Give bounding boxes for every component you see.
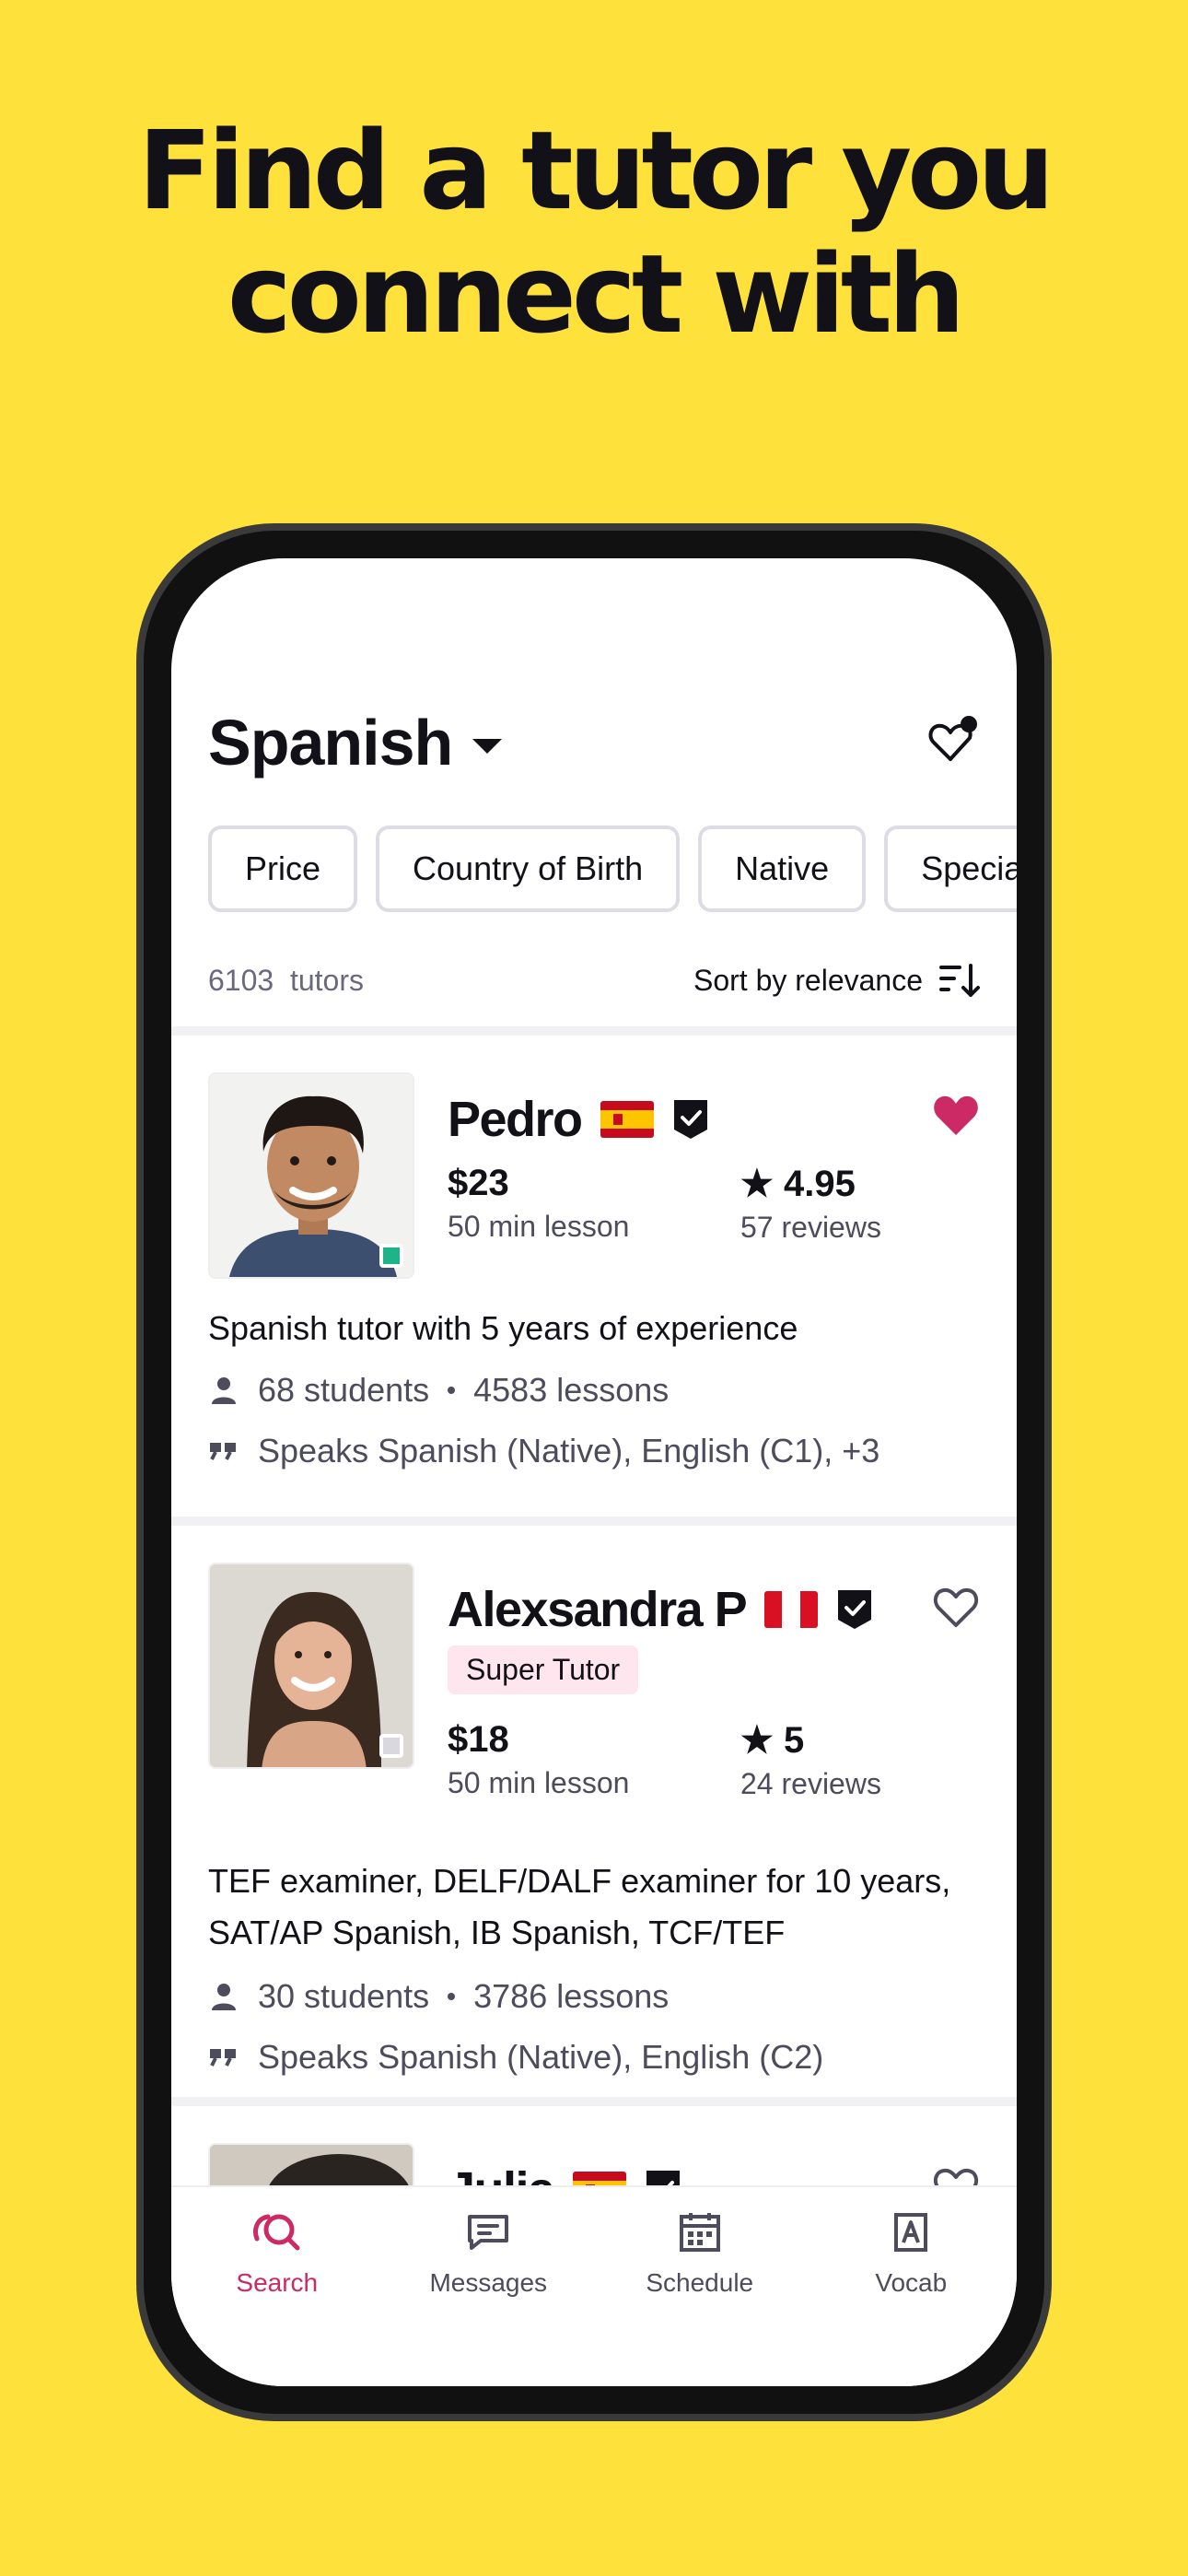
vocab-icon (894, 2213, 928, 2252)
chevron-down-icon[interactable] (472, 739, 503, 754)
saved-tutors-icon[interactable] (925, 715, 980, 770)
tutor-price: $18 (448, 1719, 509, 1760)
languages-spoken: Speaks Spanish (Native), English (C2) (258, 2038, 824, 2076)
language-selector[interactable]: Spanish (208, 706, 453, 779)
tab-vocab-label: Vocab (875, 2268, 948, 2297)
language-header: Spanish (208, 706, 980, 779)
lesson-count: 3786 lessons (473, 1977, 670, 2015)
app-screen: Spanish Price Country of Birth Native Sp… (171, 558, 1017, 2386)
headline-line-1: Find a tutor you (137, 107, 1054, 234)
tutor-rating: ★ 5 (740, 1720, 805, 1761)
tutor-count-number: 6103 (208, 963, 274, 997)
verified-badge-icon (673, 1100, 707, 1139)
online-indicator (379, 1244, 403, 1268)
tutor-languages: Speaks Spanish (Native), English (C2) (208, 2038, 980, 2077)
quote-icon (210, 2049, 236, 2067)
filter-price[interactable]: Price (208, 825, 358, 912)
tutor-avatar (208, 1072, 414, 1279)
star-icon: ★ (740, 1164, 784, 1204)
tutor-name: Alexsandra P (448, 1582, 748, 1637)
sort-icon (939, 964, 980, 997)
price-block: $18 50 min lesson (448, 1719, 629, 1800)
tutor-count: 6103 tutors (208, 964, 364, 998)
offline-indicator (379, 1734, 403, 1758)
verified-badge-icon (838, 1590, 872, 1629)
phone-frame: Spanish Price Country of Birth Native Sp… (136, 523, 1052, 2421)
tab-messages[interactable]: Messages (383, 2187, 595, 2386)
person-icon (212, 1984, 236, 2010)
tutor-languages: Speaks Spanish (Native), English (C1), +… (208, 1432, 980, 1470)
lesson-count: 4583 lessons (473, 1371, 670, 1409)
tutor-headline: TEF examiner, DELF/DALF examiner for 10 … (208, 1862, 951, 1951)
tutor-name-row: Pedro (448, 1087, 709, 1152)
review-count: 24 reviews (740, 1767, 881, 1800)
favorite-heart-icon[interactable] (932, 1093, 980, 1137)
filter-specialties[interactable]: Specialties (884, 825, 1017, 912)
divider (171, 1516, 1017, 1526)
tutor-count-label: tutors (289, 963, 364, 997)
promo-headline: Find a tutor you connect with (0, 109, 1188, 356)
search-icon (252, 2214, 300, 2251)
tab-search[interactable]: Search (171, 2187, 383, 2386)
headline-line-2: connect with (227, 230, 965, 357)
student-count: 68 students (258, 1371, 430, 1409)
lesson-length: 50 min lesson (448, 1210, 630, 1243)
results-bar: 6103 tutors Sort by relevance (208, 953, 980, 1008)
tutor-rating: ★ 4.95 (740, 1164, 856, 1204)
rating-block: ★ 5 24 reviews (740, 1719, 881, 1801)
divider (171, 1026, 1017, 1036)
tutor-headline: Spanish tutor with 5 years of experience (208, 1309, 798, 1347)
review-count: 57 reviews (740, 1211, 881, 1244)
tutor-avatar (208, 1563, 414, 1769)
filter-chips: Price Country of Birth Native Specialtie… (208, 825, 1017, 914)
separator-dot (448, 1993, 456, 2000)
tab-messages-label: Messages (429, 2268, 548, 2297)
tab-schedule-label: Schedule (646, 2268, 754, 2297)
spain-flag-icon (600, 1101, 654, 1138)
star-icon: ★ (740, 1720, 784, 1761)
separator-dot (448, 1387, 456, 1394)
tab-schedule[interactable]: Schedule (594, 2187, 806, 2386)
rating-block: ★ 4.95 57 reviews (740, 1163, 881, 1245)
tutor-price: $23 (448, 1163, 509, 1203)
tutor-card-pedro[interactable]: Pedro $23 50 min lesson ★ 4.95 57 review… (171, 1036, 1017, 1516)
filter-native[interactable]: Native (698, 825, 867, 912)
tutor-card-alexsandra[interactable]: Alexsandra P Super Tutor $18 50 min less… (171, 1526, 1017, 2097)
tutor-stats: 68 students 4583 lessons (208, 1371, 980, 1410)
filter-country-of-birth[interactable]: Country of Birth (376, 825, 681, 912)
student-count: 30 students (258, 1977, 430, 2015)
divider (171, 2097, 1017, 2106)
languages-spoken: Speaks Spanish (Native), English (C1), +… (258, 1432, 880, 1469)
tutor-stats: 30 students 3786 lessons (208, 1977, 980, 2016)
lesson-length: 50 min lesson (448, 1766, 630, 1799)
tutor-name: Pedro (448, 1092, 583, 1147)
bottom-tab-bar: Search Messages Schedule Vocab (171, 2185, 1017, 2386)
super-tutor-badge: Super Tutor (448, 1645, 639, 1694)
quote-icon (210, 1443, 236, 1460)
price-block: $23 50 min lesson (448, 1163, 629, 1244)
favorite-heart-outline-icon[interactable] (932, 1585, 980, 1629)
calendar-icon (679, 2213, 720, 2252)
peru-flag-icon (764, 1591, 819, 1628)
messages-icon (468, 2215, 509, 2250)
tab-search-label: Search (236, 2268, 319, 2297)
tutor-name-row: Alexsandra P (448, 1577, 873, 1642)
sort-label: Sort by relevance (693, 963, 923, 997)
person-icon (212, 1377, 236, 1404)
sort-button[interactable]: Sort by relevance (693, 962, 980, 999)
tab-vocab[interactable]: Vocab (806, 2187, 1018, 2386)
